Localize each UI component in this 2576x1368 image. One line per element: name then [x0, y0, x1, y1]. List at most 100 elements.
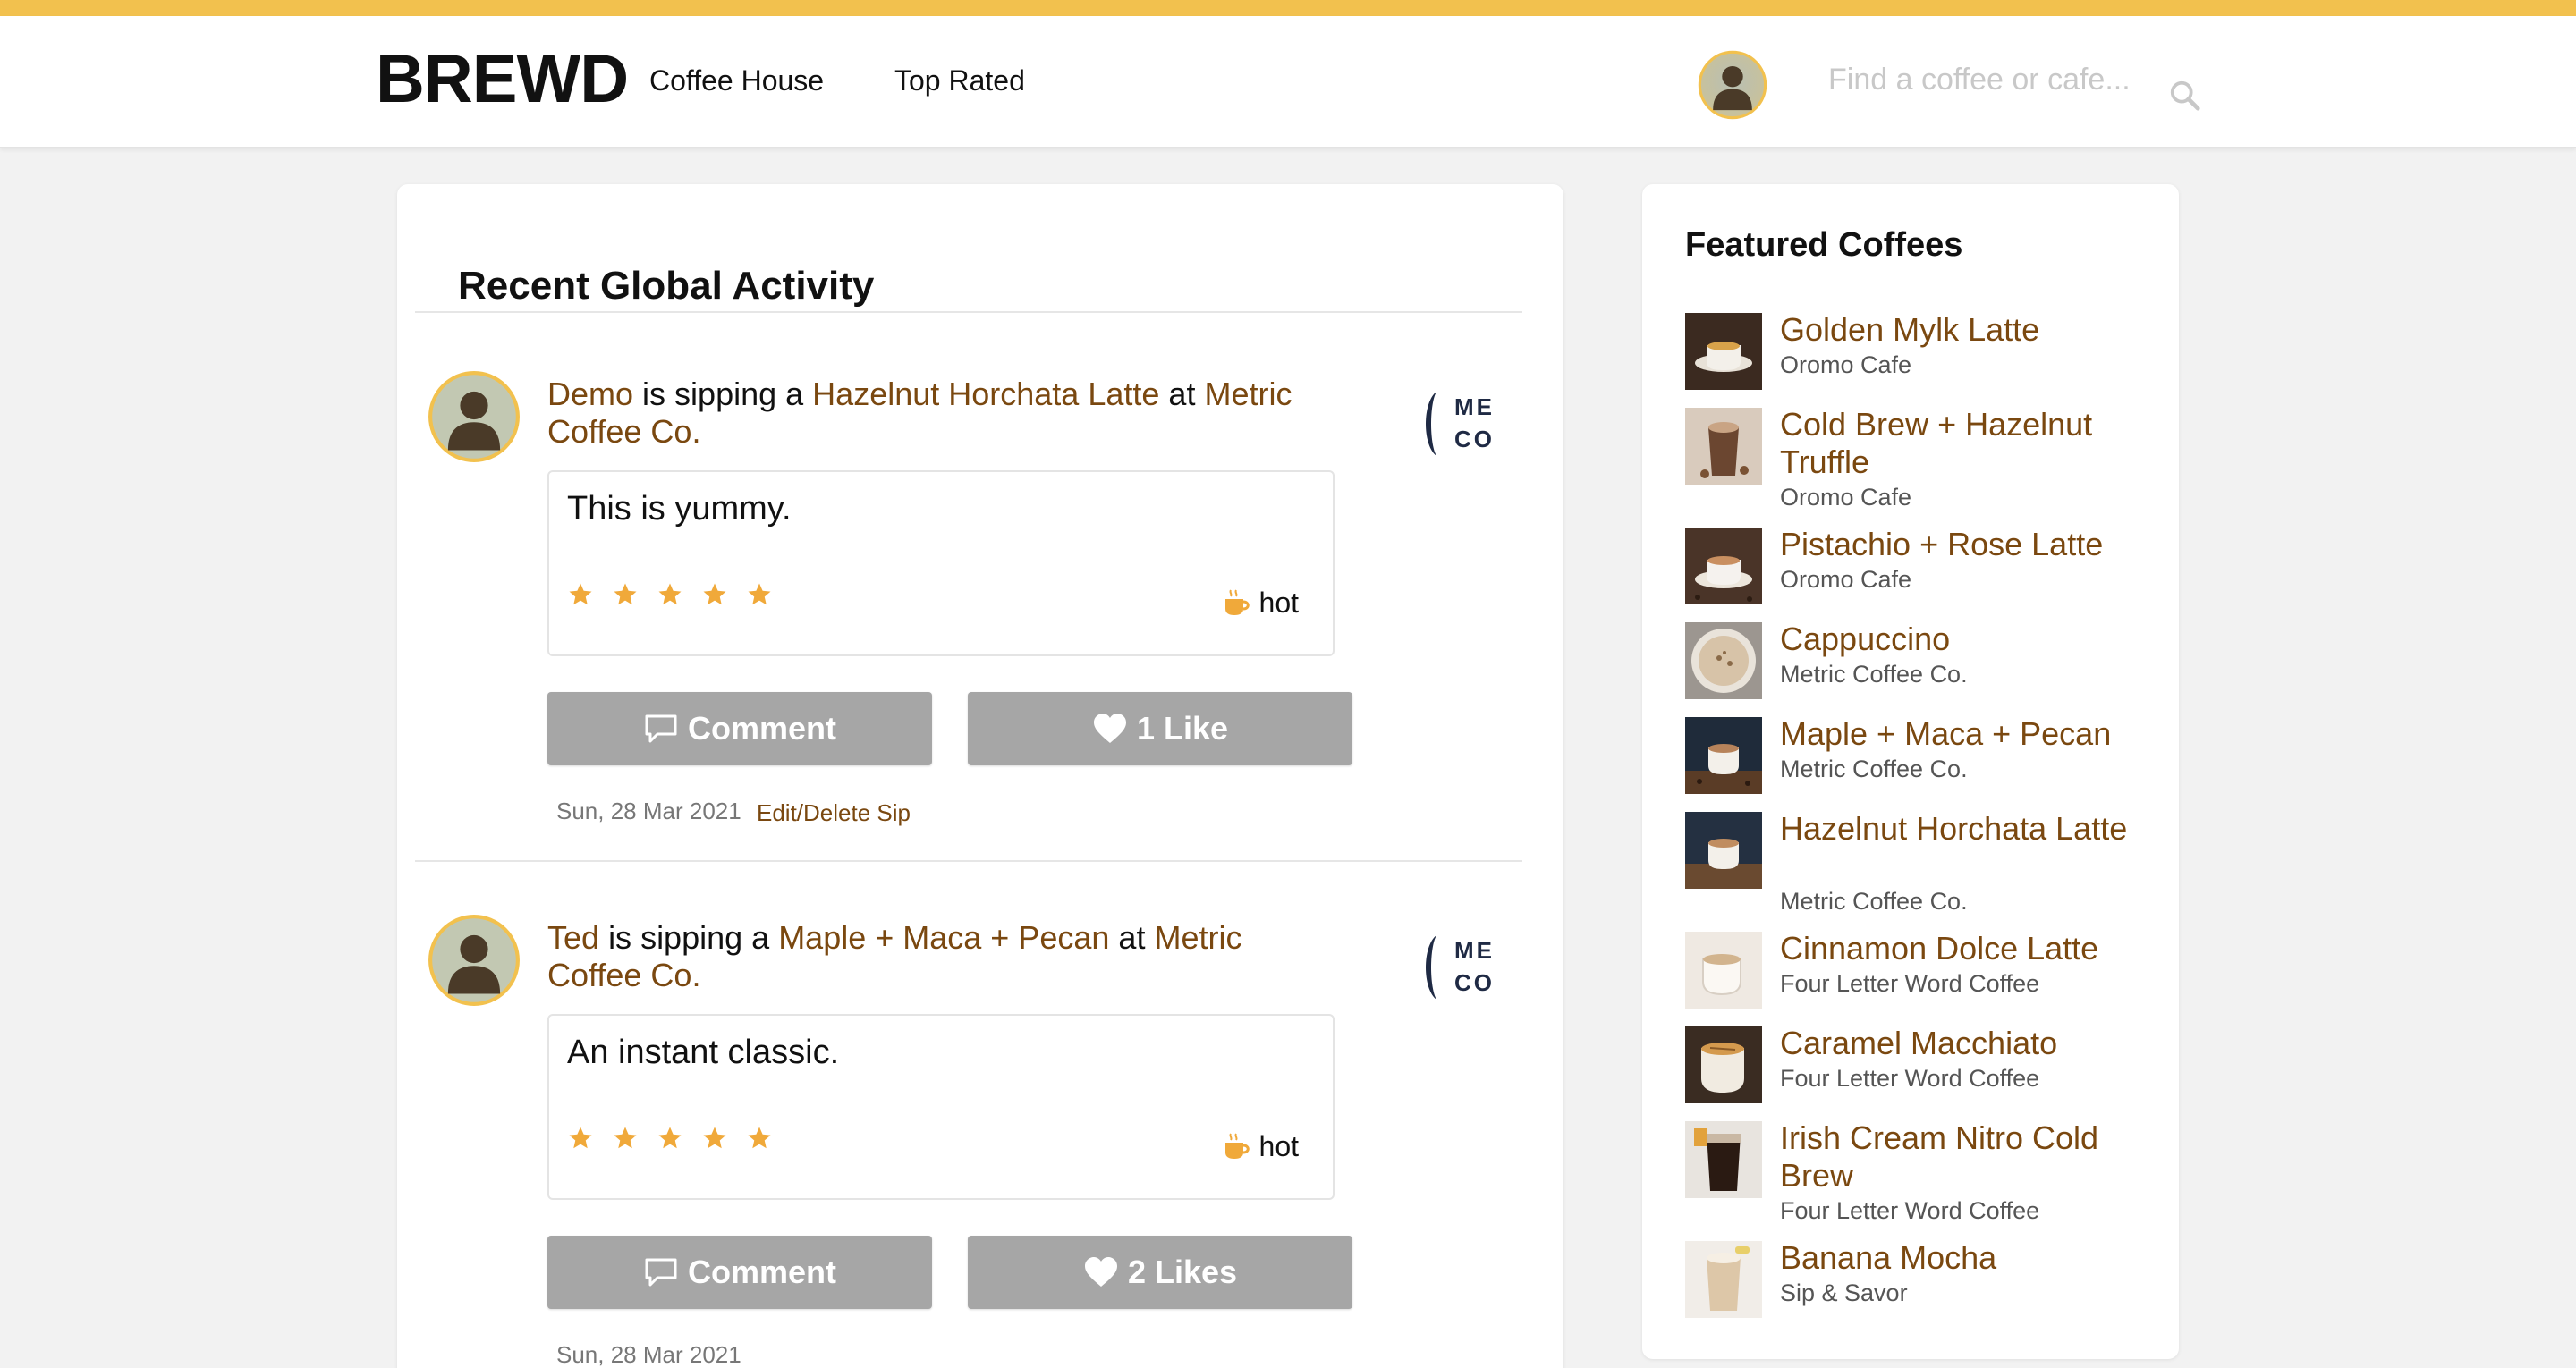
activity-title: Recent Global Activity — [458, 264, 875, 308]
brand-logo[interactable]: BREWD — [376, 39, 629, 120]
comment-button-label: Comment — [687, 1254, 836, 1290]
coffee-cafe: Four Letter Word Coffee — [1780, 1197, 2040, 1224]
sip-entry: Ted is sipping a Maple + Maca + Pecan at… — [397, 862, 1563, 1368]
coffee-link[interactable]: Maple + Maca + Pecan — [778, 919, 1109, 956]
temperature-label: hot — [1258, 587, 1299, 619]
speech-bubble-icon — [645, 714, 677, 743]
user-link[interactable]: Demo — [547, 376, 633, 412]
coffee-name-link[interactable]: Maple + Maca + Pecan — [1780, 715, 2156, 753]
speech-bubble-icon — [645, 1258, 677, 1287]
star-icon — [569, 1127, 592, 1149]
cafe-logo[interactable]: ME CO — [1420, 388, 1506, 461]
coffee-thumbnail[interactable] — [1685, 717, 1762, 794]
sip-date: Sun, 28 Mar 2021 — [556, 798, 741, 824]
coffee-thumbnail[interactable] — [1685, 408, 1762, 485]
edit-delete-link[interactable]: Edit/Delete Sip — [757, 799, 911, 826]
temperature-label: hot — [1258, 1130, 1299, 1162]
user-avatar-icon[interactable] — [428, 370, 521, 463]
heart-icon — [1093, 714, 1126, 743]
coffee-thumbnail[interactable] — [1685, 932, 1762, 1009]
sip-at: at — [1168, 376, 1196, 412]
top-header: BREWD Coffee House Top Rated — [0, 16, 2576, 148]
featured-coffees-card: Featured Coffees Golden Mylk Latte Oromo… — [1642, 184, 2179, 1359]
search-input[interactable] — [1828, 59, 2177, 100]
divider — [415, 311, 1522, 313]
user-link[interactable]: Ted — [547, 919, 599, 956]
review-box: An instant classic. hot — [547, 1014, 1335, 1200]
like-button[interactable]: 1 Like — [968, 692, 1352, 765]
cafe-logo-line: ME — [1454, 937, 1495, 964]
review-text: An instant classic. — [567, 1034, 840, 1071]
coffee-name-link[interactable]: Golden Mylk Latte — [1780, 311, 2156, 349]
coffee-cup-icon — [1224, 1133, 1250, 1159]
cafe-logo[interactable]: ME CO — [1420, 932, 1506, 1005]
coffee-thumbnail[interactable] — [1685, 1241, 1762, 1318]
heart-icon — [1084, 1257, 1117, 1287]
nav-coffee-house[interactable]: Coffee House — [649, 63, 824, 98]
star-icon — [614, 583, 637, 605]
star-icon — [703, 1127, 726, 1149]
like-button-label: 2 Likes — [1127, 1254, 1238, 1290]
coffee-cafe: Metric Coffee Co. — [1780, 661, 1968, 688]
sip-headline: Ted is sipping a Maple + Maca + Pecan at… — [547, 919, 1335, 994]
comment-button-label: Comment — [687, 710, 836, 747]
coffee-name-link[interactable]: Pistachio + Rose Latte — [1780, 526, 2156, 563]
coffee-name-link[interactable]: Cappuccino — [1780, 621, 2156, 658]
review-box: This is yummy. hot — [547, 470, 1335, 656]
sip-verb: is sipping a — [608, 919, 770, 956]
activity-card: Recent Global Activity Demo is sipping a… — [397, 184, 1563, 1368]
coffee-cafe: Sip & Savor — [1780, 1279, 1908, 1306]
coffee-thumbnail[interactable] — [1685, 1026, 1762, 1103]
search-icon[interactable] — [2168, 79, 2202, 113]
coffee-thumbnail[interactable] — [1685, 622, 1762, 699]
temperature-badge: hot — [1222, 1130, 1299, 1162]
coffee-cafe: Oromo Cafe — [1780, 484, 1912, 511]
nav-top-rated[interactable]: Top Rated — [894, 63, 1025, 98]
coffee-thumbnail[interactable] — [1685, 528, 1762, 604]
featured-title: Featured Coffees — [1685, 226, 1963, 264]
accent-stripe — [0, 0, 2576, 16]
coffee-cup-icon — [1224, 589, 1250, 615]
star-rating — [567, 1125, 773, 1152]
star-icon — [658, 1127, 682, 1149]
temperature-badge: hot — [1222, 587, 1299, 619]
coffee-cafe: Metric Coffee Co. — [1780, 888, 1968, 915]
user-avatar-icon[interactable] — [1698, 50, 1767, 120]
coffee-name-link[interactable]: Banana Mocha — [1780, 1239, 2156, 1277]
star-icon — [748, 583, 771, 605]
coffee-thumbnail[interactable] — [1685, 812, 1762, 889]
coffee-name-link[interactable]: Cold Brew + Hazelnut Truffle — [1780, 406, 2156, 481]
cafe-logo-line: CO — [1454, 426, 1495, 452]
sip-date: Sun, 28 Mar 2021 — [556, 1341, 741, 1368]
coffee-name-link[interactable]: Cinnamon Dolce Latte — [1780, 930, 2156, 967]
like-button[interactable]: 2 Likes — [968, 1236, 1352, 1309]
star-icon — [658, 583, 682, 605]
cafe-logo-line: CO — [1454, 969, 1495, 996]
coffee-cafe: Oromo Cafe — [1780, 351, 1912, 378]
star-icon — [569, 583, 592, 605]
star-rating — [567, 581, 773, 608]
sip-entry: Demo is sipping a Hazelnut Horchata Latt… — [397, 318, 1563, 862]
star-icon — [703, 583, 726, 605]
coffee-cafe: Metric Coffee Co. — [1780, 756, 1968, 782]
coffee-cafe: Four Letter Word Coffee — [1780, 970, 2040, 997]
coffee-name-link[interactable]: Caramel Macchiato — [1780, 1025, 2156, 1062]
star-icon — [748, 1127, 771, 1149]
comment-button[interactable]: Comment — [547, 1236, 932, 1309]
review-text: This is yummy. — [567, 490, 792, 528]
coffee-link[interactable]: Hazelnut Horchata Latte — [812, 376, 1159, 412]
coffee-name-link[interactable]: Irish Cream Nitro Cold Brew — [1780, 1119, 2156, 1195]
user-avatar-icon[interactable] — [428, 914, 521, 1007]
star-icon — [614, 1127, 637, 1149]
sip-verb: is sipping a — [642, 376, 804, 412]
like-button-label: 1 Like — [1136, 710, 1229, 747]
coffee-name-link[interactable]: Hazelnut Horchata Latte — [1780, 810, 2156, 848]
coffee-cafe: Oromo Cafe — [1780, 566, 1912, 593]
coffee-thumbnail[interactable] — [1685, 313, 1762, 390]
cafe-logo-line: ME — [1454, 393, 1495, 420]
comment-button[interactable]: Comment — [547, 692, 932, 765]
coffee-cafe: Four Letter Word Coffee — [1780, 1065, 2040, 1092]
sip-headline: Demo is sipping a Hazelnut Horchata Latt… — [547, 376, 1335, 451]
coffee-thumbnail[interactable] — [1685, 1121, 1762, 1198]
sip-at: at — [1118, 919, 1146, 956]
